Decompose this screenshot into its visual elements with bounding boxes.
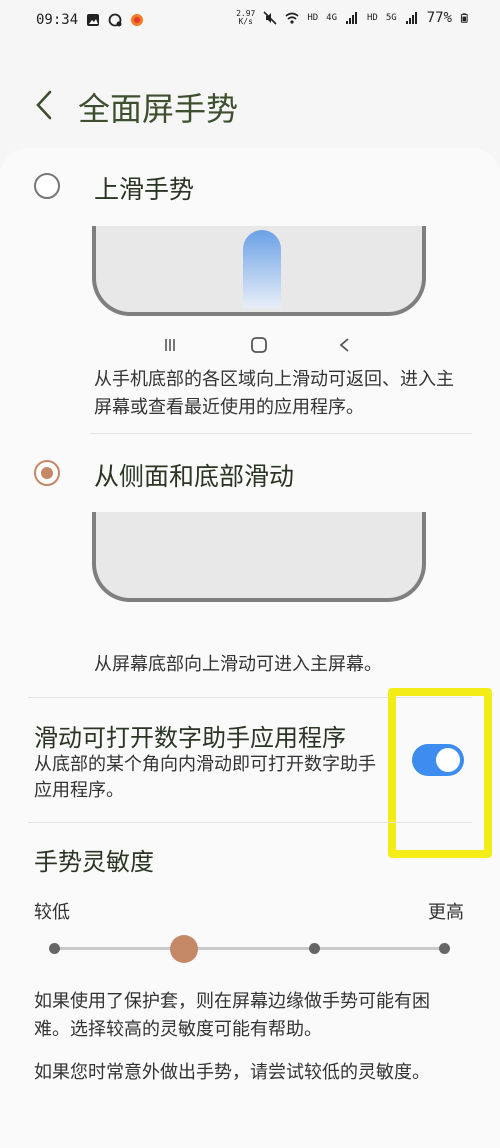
sensitivity-note-1: 如果使用了保护套，则在屏幕边缘做手势可能有困难。选择较高的灵敏度可能有帮助。 [34,991,430,1040]
assistant-toggle-title[interactable]: 滑动可打开数字助手应用程序 [34,718,346,753]
signal-icon-2 [405,12,417,24]
navigation-bar-preview [165,337,349,353]
status-right: 2.97 K/s HD 4G HD 5G 77% [236,10,470,26]
radio-side-bottom[interactable] [34,460,60,486]
option-side-bottom-title[interactable]: 从侧面和底部滑动 [94,457,294,493]
assistant-toggle-description: 从底部的某个角向内滑动即可打开数字助手应用程序。 [34,754,376,801]
status-left: 09:34 [36,12,144,28]
battery-icon [460,13,468,23]
page-title: 全面屏手势 [78,90,239,128]
sensitivity-title: 手势灵敏度 [34,848,154,876]
wifi-icon [285,12,299,24]
app-notification-icon [131,14,144,26]
mute-icon [263,11,277,25]
sensitivity-low-label: 较低 [34,902,70,923]
sensitivity-high-label: 更高 [428,902,464,923]
slider-track [54,947,446,950]
radio-swipe-up[interactable] [34,173,60,199]
sensitivity-note-2: 如果您时常意外做出手势，请尝试较低的灵敏度。 [34,1062,430,1083]
option-swipe-up-title[interactable]: 上滑手势 [94,170,194,206]
battery-percent: 77% [426,10,452,26]
status-bar: 09:34 2.97 K/s HD 4G HD 5G 77% [0,0,500,44]
gallery-icon [87,14,100,26]
divider-2 [28,697,472,698]
status-time: 09:34 [36,12,79,28]
back-nav-icon [339,338,349,352]
side-bottom-preview [92,512,426,602]
slider-step-1 [49,943,60,954]
slider-step-4 [439,943,450,954]
slider-thumb[interactable] [170,935,198,963]
network-speed: 2.97 K/s [236,10,255,26]
slider-step-3 [309,943,320,954]
header: 全面屏手势 [0,70,500,140]
divider-3 [28,822,472,823]
swipe-pill [243,230,281,308]
swipe-up-preview [92,226,426,316]
home-icon [251,337,267,353]
back-arrow-icon[interactable] [30,88,58,122]
option-swipe-up-description: 从手机底部的各区域向上滑动可返回、进入主屏幕或查看最近使用的应用程序。 [94,369,454,418]
chat-icon [108,13,122,27]
signal-icon-1 [346,12,358,24]
divider-1 [90,433,472,434]
hd-badge-2: HD [367,13,378,23]
switch-knob [436,748,460,772]
option-side-bottom-description: 从屏幕底部向上滑动可进入主屏幕。 [94,654,382,675]
network-type-2: 5G [385,13,397,23]
assistant-switch[interactable] [412,744,464,776]
speed-unit: K/s [238,17,253,26]
sensitivity-slider[interactable] [48,935,452,963]
recents-icon [165,339,175,351]
network-type-1: 4G [326,13,338,23]
hd-badge-1: HD [307,13,319,23]
